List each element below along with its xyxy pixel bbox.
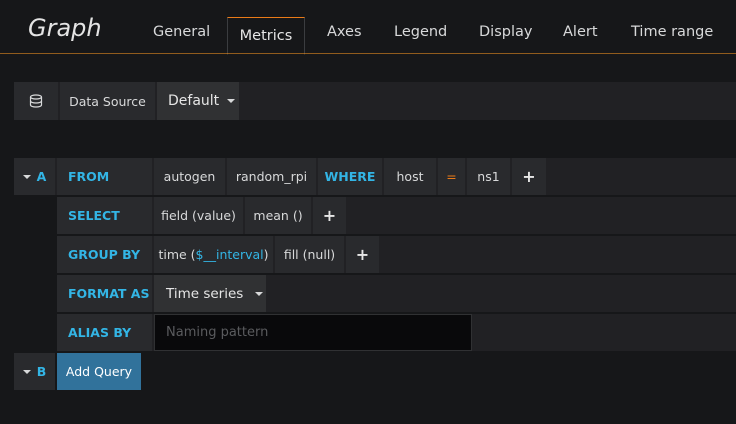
format-select[interactable]: Time series [154, 275, 266, 312]
tab-display[interactable]: Display [479, 24, 532, 40]
tag-operator[interactable]: = [438, 158, 465, 195]
query-b-toggle[interactable]: B [14, 353, 55, 390]
retention-policy[interactable]: autogen [154, 158, 225, 195]
tab-axes[interactable]: Axes [327, 24, 362, 40]
tab-time-range[interactable]: Time range [631, 24, 713, 40]
alias-filler [474, 314, 736, 351]
tab-alert[interactable]: Alert [563, 24, 598, 40]
add-query-button[interactable]: Add Query [57, 353, 141, 390]
tag-key[interactable]: host [384, 158, 436, 195]
select-field[interactable]: field (value) [154, 197, 243, 234]
panel-title: Graph [28, 14, 102, 42]
select-function[interactable]: mean () [245, 197, 311, 234]
alias-input[interactable] [154, 314, 472, 351]
datasource-select[interactable]: Default [157, 82, 239, 120]
add-condition-button[interactable]: + [512, 158, 546, 195]
tab-underline [0, 53, 736, 54]
datasource-value: Default [168, 93, 220, 109]
select-label: SELECT [57, 197, 152, 234]
query-letter: B [36, 364, 47, 379]
alias-by-label: ALIAS BY [57, 314, 152, 351]
chevron-down-icon [255, 291, 264, 296]
group-by-time[interactable]: time ($__interval) [154, 236, 273, 273]
add-select-button[interactable]: + [313, 197, 346, 234]
format-value: Time series [166, 285, 244, 302]
database-icon [14, 82, 58, 120]
format-as-label: FORMAT AS [57, 275, 152, 312]
group-by-time-suffix: ) [263, 247, 269, 262]
tab-general[interactable]: General [153, 24, 210, 40]
query-a-toggle[interactable]: A [14, 158, 55, 195]
fill-option[interactable]: fill (null) [275, 236, 344, 273]
interval-variable: $__interval [195, 247, 264, 262]
where-label: WHERE [318, 158, 382, 195]
chevron-down-icon [22, 369, 31, 374]
add-group-by-button[interactable]: + [346, 236, 379, 273]
chevron-down-icon [22, 174, 31, 179]
measurement[interactable]: random_rpi [227, 158, 316, 195]
tag-value[interactable]: ns1 [467, 158, 510, 195]
tab-metrics[interactable]: Metrics [227, 17, 305, 55]
group-by-label: GROUP BY [57, 236, 152, 273]
tab-legend[interactable]: Legend [394, 24, 447, 40]
query-letter: A [36, 169, 47, 184]
from-label: FROM [57, 158, 152, 195]
group-by-time-prefix: time ( [158, 247, 196, 262]
chevron-down-icon [227, 99, 236, 103]
datasource-label: Data Source [60, 82, 155, 120]
